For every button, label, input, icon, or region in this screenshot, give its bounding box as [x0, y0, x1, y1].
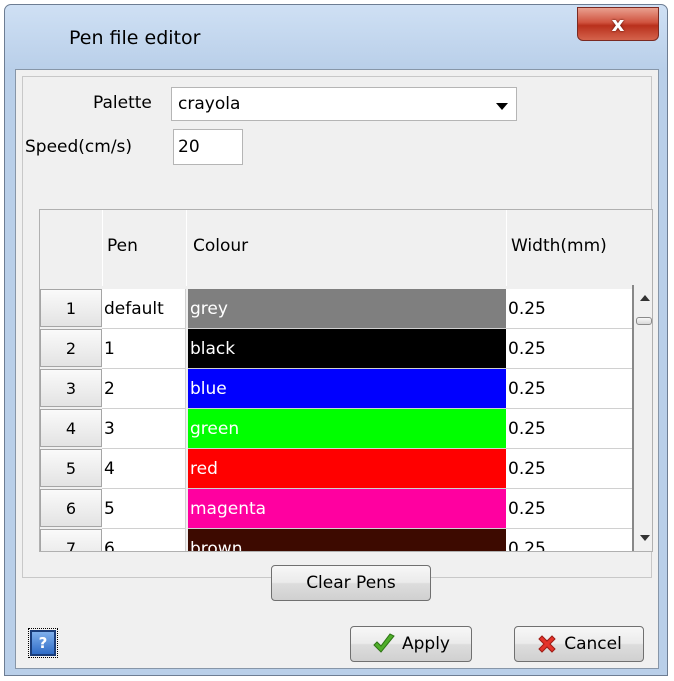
table-row[interactable]: 4 3 green 0.25 [40, 409, 652, 449]
cancel-label: Cancel [564, 634, 622, 654]
window-title: Pen file editor [69, 27, 201, 49]
width-cell[interactable]: 0.25 [506, 289, 632, 329]
clear-pens-button[interactable]: Clear Pens [271, 565, 431, 601]
title-bar[interactable]: Pen file editor x [5, 5, 667, 69]
palette-dropdown[interactable]: crayola [171, 87, 517, 121]
pen-cell[interactable]: default [102, 289, 186, 329]
speed-input[interactable]: 20 [173, 129, 243, 165]
header-pen[interactable]: Pen [102, 210, 186, 286]
colour-cell[interactable]: brown [188, 529, 506, 551]
pen-table: Pen Colour Width(mm) 1 default grey 0.25 2 1 b… [39, 209, 653, 552]
colour-cell[interactable]: black [188, 329, 506, 369]
pen-cell[interactable]: 4 [102, 449, 186, 489]
table-scrollbar[interactable] [632, 285, 652, 551]
clear-pens-label: Clear Pens [306, 573, 396, 593]
speed-label: Speed(cm/s) [25, 137, 133, 157]
pen-file-editor-window: Pen file editor x Palette crayola Speed(… [4, 4, 668, 676]
header-width[interactable]: Width(mm) [506, 210, 632, 286]
width-cell[interactable]: 0.25 [506, 489, 632, 529]
palette-value: crayola [178, 94, 241, 114]
pen-cell[interactable]: 1 [102, 329, 186, 369]
colour-cell[interactable]: green [188, 409, 506, 449]
colour-cell[interactable]: grey [188, 289, 506, 329]
table-row[interactable]: 7 6 brown 0.25 [40, 529, 652, 551]
row-number[interactable]: 6 [40, 489, 102, 527]
header-corner [40, 210, 102, 286]
check-icon [373, 633, 395, 653]
table-row[interactable]: 6 5 magenta 0.25 [40, 489, 652, 529]
table-row[interactable]: 5 4 red 0.25 [40, 449, 652, 489]
row-number[interactable]: 2 [40, 329, 102, 367]
table-row[interactable]: 1 default grey 0.25 [40, 289, 652, 329]
close-button[interactable]: x [577, 7, 659, 41]
pen-cell[interactable]: 5 [102, 489, 186, 529]
width-cell[interactable]: 0.25 [506, 529, 632, 551]
scroll-down-icon[interactable] [640, 535, 650, 541]
pen-cell[interactable]: 2 [102, 369, 186, 409]
cancel-button[interactable]: Cancel [514, 626, 644, 662]
palette-label: Palette [93, 93, 152, 113]
dialog-body: Palette crayola Speed(cm/s) 20 Pen Colou… [15, 69, 659, 669]
scroll-up-icon[interactable] [640, 295, 650, 301]
scroll-thumb[interactable] [636, 317, 652, 325]
chevron-down-icon [496, 103, 508, 110]
colour-cell[interactable]: magenta [188, 489, 506, 529]
apply-label: Apply [402, 634, 450, 654]
table-row[interactable]: 3 2 blue 0.25 [40, 369, 652, 409]
colour-cell[interactable]: red [188, 449, 506, 489]
width-cell[interactable]: 0.25 [506, 369, 632, 409]
settings-panel: Palette crayola Speed(cm/s) 20 Pen Colou… [22, 76, 653, 578]
help-glyph: ? [38, 634, 48, 652]
colour-cell[interactable]: blue [188, 369, 506, 409]
row-number[interactable]: 5 [40, 449, 102, 487]
cancel-x-icon [538, 635, 556, 653]
row-number[interactable]: 4 [40, 409, 102, 447]
width-cell[interactable]: 0.25 [506, 329, 632, 369]
table-row[interactable]: 2 1 black 0.25 [40, 329, 652, 369]
close-icon: x [611, 12, 625, 36]
table-header: Pen Colour Width(mm) [40, 210, 652, 286]
help-icon[interactable]: ? [28, 628, 58, 658]
width-cell[interactable]: 0.25 [506, 449, 632, 489]
pen-cell[interactable]: 3 [102, 409, 186, 449]
apply-button[interactable]: Apply [350, 626, 472, 662]
row-number[interactable]: 1 [40, 289, 102, 327]
row-number[interactable]: 7 [40, 529, 102, 551]
pen-cell[interactable]: 6 [102, 529, 186, 551]
row-number[interactable]: 3 [40, 369, 102, 407]
width-cell[interactable]: 0.25 [506, 409, 632, 449]
header-colour[interactable]: Colour [186, 210, 506, 286]
